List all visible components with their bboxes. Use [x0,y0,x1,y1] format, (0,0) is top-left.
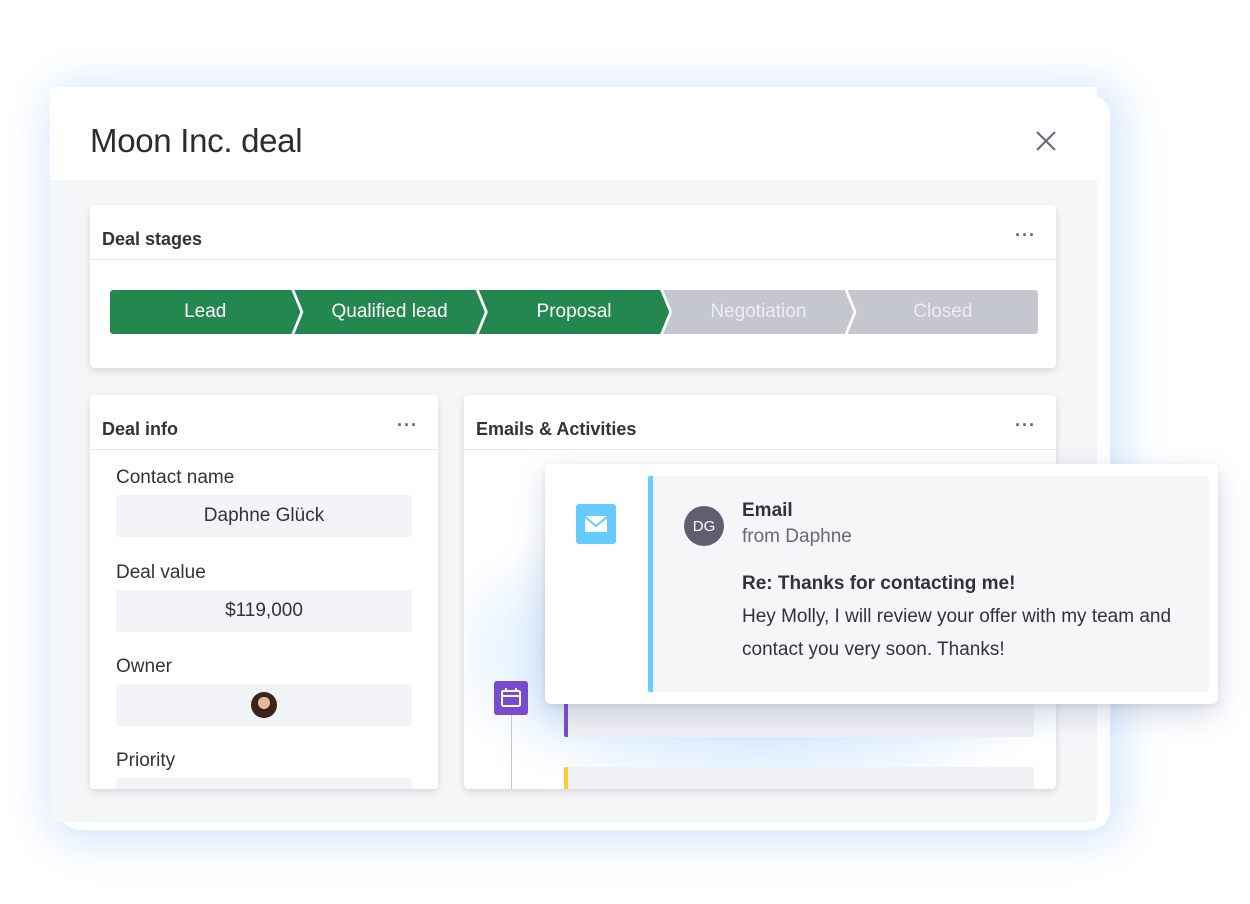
deal-stages-card: Deal stages ··· Lead Qualified lead Prop… [90,205,1056,368]
deal-modal: Moon Inc. deal Deal stages ··· Lead Qual… [50,87,1097,822]
envelope-icon [584,516,608,532]
stage-qualified-lead[interactable]: Qualified lead [294,290,484,334]
stage-lead[interactable]: Lead [110,290,300,334]
emails-activities-title: Emails & Activities [476,419,637,439]
avatar[interactable] [251,692,277,718]
avatar: DG [684,506,724,546]
contact-name-field[interactable]: Daphne Glück [116,495,412,537]
deal-info-title: Deal info [102,419,179,439]
deal-stages-title: Deal stages [102,229,203,249]
email-popup[interactable]: DG Email from Daphne Re: Thanks for cont… [545,464,1218,704]
stage-proposal[interactable]: Proposal [479,290,669,334]
deal-info-card: Deal info ··· Contact name Daphne Glück … [90,395,438,789]
email-card[interactable]: DG Email from Daphne Re: Thanks for cont… [648,476,1209,692]
email-subject: Re: Thanks for contacting me! [742,573,1016,594]
divider [90,449,438,450]
deal-info-menu-button[interactable]: ··· [397,415,418,436]
calendar-icon[interactable] [494,681,528,715]
email-sender: from Daphne [742,526,852,547]
modal-header: Moon Inc. deal [50,87,1097,180]
divider [90,259,1056,260]
stage-closed[interactable]: Closed [847,290,1039,334]
modal-title: Moon Inc. deal [90,122,303,159]
divider [464,449,1056,450]
deal-value-label: Deal value [116,562,206,583]
emails-activities-menu-button[interactable]: ··· [1015,415,1036,436]
owner-label: Owner [116,656,172,677]
close-icon [1036,131,1056,151]
deal-stages-menu-button[interactable]: ··· [1015,225,1036,246]
close-button[interactable] [1032,127,1060,155]
email-type: Email [742,500,793,521]
owner-field[interactable] [116,684,412,726]
activity-item[interactable] [564,767,1034,789]
priority-field[interactable] [116,778,412,789]
contact-name-label: Contact name [116,467,235,488]
stage-negotiation[interactable]: Negotiation [663,290,853,334]
stage-pipeline: Lead Qualified lead Proposal Negotiation… [110,290,1039,334]
deal-value-field[interactable]: $119,000 [116,590,412,632]
email-body: Hey Molly, I will review your offer with… [742,606,1172,660]
priority-label: Priority [116,750,176,771]
mail-icon[interactable] [576,504,616,544]
calendar-glyph-icon [501,688,521,707]
